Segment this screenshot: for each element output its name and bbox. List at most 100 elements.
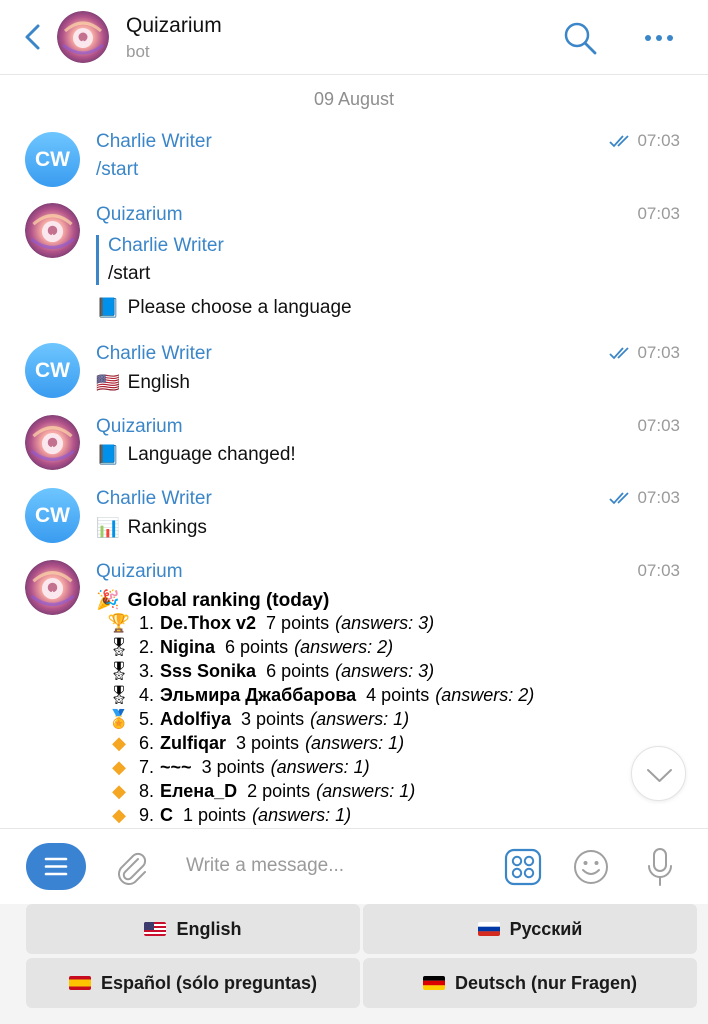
rank-position: 7. bbox=[139, 757, 155, 777]
reply-keyboard: English Русский Español (sólo preguntas)… bbox=[0, 904, 708, 1024]
chevron-down-icon bbox=[647, 769, 672, 782]
message-text: English bbox=[127, 372, 190, 393]
de-flag-icon bbox=[422, 976, 445, 990]
keyboard-button-german[interactable]: Deutsch (nur Fragen) bbox=[363, 958, 697, 1008]
rank-points: 1 points bbox=[183, 805, 247, 825]
ranking-row: 🎖 3. Sss Sonika 6 points (answers: 3) bbox=[107, 661, 435, 682]
bot-avatar[interactable] bbox=[25, 560, 80, 615]
ranking-row: ◆ 7. ~~~ 3 points (answers: 1) bbox=[107, 757, 370, 778]
message-time: 07:03 bbox=[637, 561, 680, 581]
medal-icon: 🏅 bbox=[107, 709, 131, 729]
keyboard-button-label: English bbox=[176, 918, 242, 939]
rank-points: 3 points bbox=[201, 757, 265, 777]
search-icon[interactable] bbox=[562, 20, 598, 56]
bot-avatar[interactable] bbox=[25, 415, 80, 470]
rank-position: 1. bbox=[139, 613, 155, 633]
keyboard-button-english[interactable]: English bbox=[26, 904, 360, 954]
message-time: 07:03 bbox=[637, 204, 680, 224]
back-arrow-icon[interactable] bbox=[18, 20, 48, 54]
message-input[interactable] bbox=[186, 855, 486, 877]
diamond-icon: ◆ bbox=[112, 733, 126, 753]
time-text: 07:03 bbox=[637, 416, 680, 435]
paperclip-icon[interactable] bbox=[113, 849, 149, 885]
emoji-icon[interactable] bbox=[572, 848, 610, 886]
microphone-icon[interactable] bbox=[645, 846, 675, 888]
diamond-icon: ◆ bbox=[112, 757, 126, 777]
message-sender[interactable]: Charlie Writer bbox=[96, 488, 212, 510]
bot-keyboard-icon[interactable] bbox=[504, 848, 542, 886]
rank-name: Adolfiya bbox=[160, 709, 232, 729]
message-sender[interactable]: Charlie Writer bbox=[96, 343, 212, 365]
rank-name: C bbox=[160, 805, 174, 825]
rank-name: Елена_D bbox=[160, 781, 238, 801]
rank-points: 7 points bbox=[266, 613, 330, 633]
message-sender[interactable]: Quizarium bbox=[96, 204, 183, 226]
quote-sender: Charlie Writer bbox=[108, 235, 224, 256]
bot-avatar[interactable] bbox=[57, 11, 109, 63]
rank-name: Sss Sonika bbox=[160, 661, 257, 681]
ranking-row: ◆ 6. Zulfiqar 3 points (answers: 1) bbox=[107, 733, 404, 754]
rank-answers: (answers: 3) bbox=[335, 613, 435, 633]
party-popper-icon: 🎉 bbox=[96, 590, 120, 611]
bot-menu-button[interactable] bbox=[26, 843, 86, 890]
keyboard-button-label: Español (sólo preguntas) bbox=[100, 972, 318, 993]
book-icon: 📘 bbox=[96, 298, 120, 319]
reply-quote[interactable]: Charlie Writer /start bbox=[96, 235, 224, 285]
rank-position: 8. bbox=[139, 781, 155, 801]
rank-position: 4. bbox=[139, 685, 155, 705]
bar-chart-icon: 📊 bbox=[96, 518, 120, 539]
avatar[interactable]: CW bbox=[25, 343, 80, 398]
rank-points: 4 points bbox=[366, 685, 430, 705]
rank-answers: (answers: 1) bbox=[252, 805, 352, 825]
trophy-icon: 🏆 bbox=[107, 613, 131, 633]
ranking-row: ◆ 9. C 1 points (answers: 1) bbox=[107, 805, 351, 826]
us-flag-icon bbox=[144, 922, 167, 936]
rank-position: 5. bbox=[139, 709, 155, 729]
medal-icon: 🎖 bbox=[107, 637, 131, 657]
date-separator: 09 August bbox=[313, 89, 395, 109]
chat-subtitle: bot bbox=[126, 42, 150, 61]
rank-name: ~~~ bbox=[160, 757, 192, 777]
rank-answers: (answers: 2) bbox=[294, 637, 394, 657]
keyboard-button-russian[interactable]: Русский bbox=[363, 904, 697, 954]
rank-position: 2. bbox=[139, 637, 155, 657]
keyboard-button-spanish[interactable]: Español (sólo preguntas) bbox=[26, 958, 360, 1008]
bot-avatar[interactable] bbox=[25, 203, 80, 258]
rank-name: Nigina bbox=[160, 637, 216, 657]
rank-name: De.Thox v2 bbox=[160, 613, 257, 633]
rank-answers: (answers: 1) bbox=[316, 781, 416, 801]
menu-icon bbox=[44, 857, 68, 876]
message-list[interactable]: 09 August CW Charlie Writer 07:03 /start… bbox=[0, 76, 708, 828]
ranking-row: 🎖 4. Эльмира Джаббарова 4 points (answer… bbox=[107, 685, 535, 706]
avatar[interactable]: CW bbox=[25, 132, 80, 187]
message-time: 07:03 bbox=[609, 343, 680, 363]
rank-points: 3 points bbox=[241, 709, 305, 729]
message-sender[interactable]: Quizarium bbox=[96, 416, 183, 438]
keyboard-button-label: Deutsch (nur Fragen) bbox=[454, 972, 637, 993]
diamond-icon: ◆ bbox=[112, 805, 126, 825]
time-text: 07:03 bbox=[637, 204, 680, 223]
more-icon[interactable] bbox=[640, 25, 678, 51]
avatar[interactable]: CW bbox=[25, 488, 80, 543]
message-text[interactable]: /start bbox=[96, 159, 138, 181]
chat-header: Quizarium bot bbox=[0, 0, 708, 75]
ranking-title: 🎉 Global ranking (today) bbox=[96, 588, 329, 612]
message-text: Language changed! bbox=[127, 444, 296, 465]
rank-answers: (answers: 1) bbox=[270, 757, 370, 777]
us-flag-icon: 🇺🇸 bbox=[96, 373, 120, 394]
chat-title[interactable]: Quizarium bbox=[126, 14, 222, 38]
ranking-row: 🏆 1. De.Thox v2 7 points (answers: 3) bbox=[107, 613, 434, 634]
time-text: 07:03 bbox=[637, 343, 680, 362]
rank-position: 6. bbox=[139, 733, 155, 753]
ranking-title-text: Global ranking (today) bbox=[127, 590, 330, 611]
rank-position: 3. bbox=[139, 661, 155, 681]
message-sender[interactable]: Charlie Writer bbox=[96, 131, 212, 153]
time-text: 07:03 bbox=[637, 561, 680, 580]
quote-text: /start bbox=[108, 263, 151, 284]
message-line: 🇺🇸 English bbox=[96, 371, 190, 395]
message-sender[interactable]: Quizarium bbox=[96, 561, 183, 583]
es-flag-icon bbox=[68, 976, 91, 990]
read-check-icon bbox=[609, 491, 633, 505]
ranking-row: 🎖 2. Nigina 6 points (answers: 2) bbox=[107, 637, 394, 658]
scroll-down-button[interactable] bbox=[631, 746, 686, 801]
